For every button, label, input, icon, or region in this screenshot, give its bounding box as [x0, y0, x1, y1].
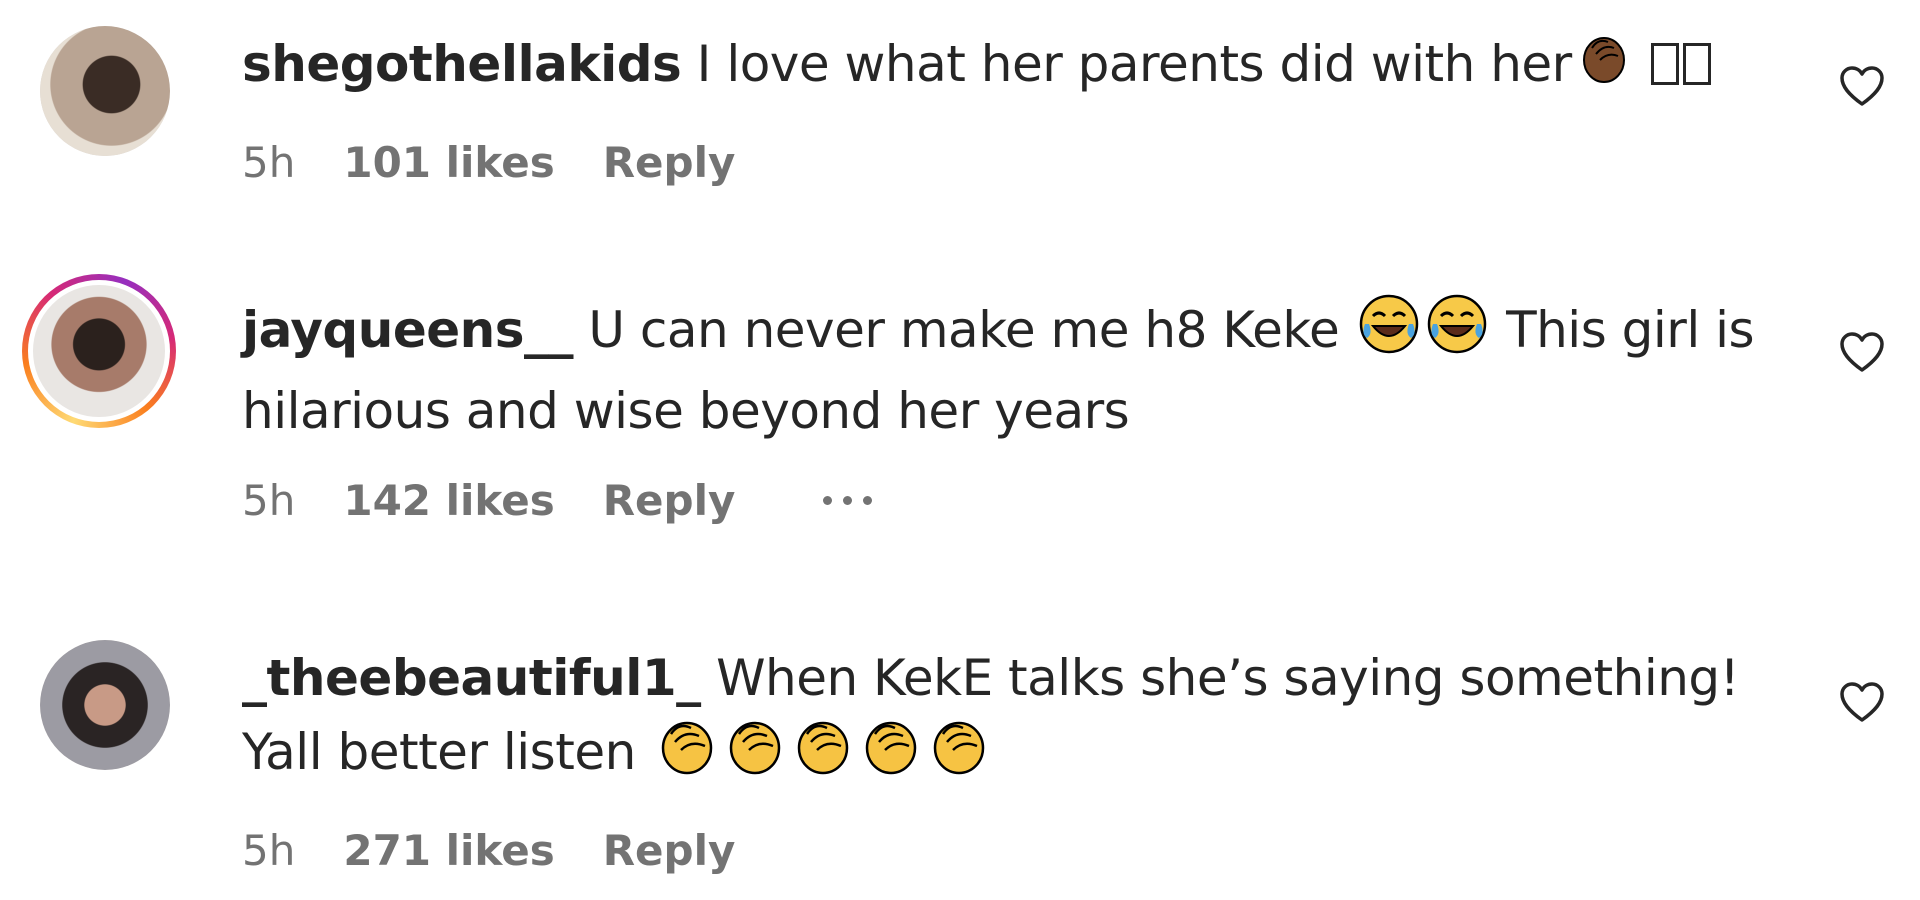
comment-time: 5h	[242, 138, 296, 187]
clapping-hands-icon	[857, 714, 921, 797]
clapping-hands-icon	[721, 714, 785, 797]
comment-username[interactable]: jayqueens__	[242, 301, 574, 359]
comment-username[interactable]: shegothellakids	[242, 35, 682, 93]
reply-button[interactable]: Reply	[603, 826, 736, 875]
like-heart-icon[interactable]	[1838, 64, 1886, 112]
comment-likes[interactable]: 101 likes	[343, 138, 554, 187]
avatar[interactable]	[40, 640, 170, 770]
reply-button[interactable]: Reply	[603, 476, 736, 525]
clapping-hands-icon	[789, 714, 853, 797]
comment-likes[interactable]: 142 likes	[343, 476, 554, 525]
comment-time: 5h	[242, 476, 296, 525]
comment-time: 5h	[242, 826, 296, 875]
face-with-tears-of-joy-icon	[1357, 292, 1421, 375]
clapping-hands-icon	[925, 714, 989, 797]
missing-glyph-icon	[1651, 43, 1680, 85]
comment-likes[interactable]: 271 likes	[343, 826, 554, 875]
more-options-icon[interactable]	[823, 496, 873, 505]
clapping-hands-icon	[653, 714, 717, 797]
like-heart-icon[interactable]	[1838, 680, 1886, 728]
avatar[interactable]	[40, 26, 170, 156]
like-heart-icon[interactable]	[1838, 330, 1886, 378]
comment-text: shegothellakids I love what her parents …	[242, 28, 1762, 105]
comment-meta: 5h 101 likes Reply	[242, 138, 735, 187]
avatar[interactable]	[22, 274, 176, 428]
comment-body: I love what her parents did with her	[681, 35, 1573, 93]
comment-text: jayqueens__ U can never make me h8 Keke …	[242, 292, 1762, 447]
comment-meta: 5h 142 likes Reply	[242, 476, 873, 525]
face-with-tears-of-joy-icon	[1425, 292, 1489, 375]
comment-body: U can never make me h8 Keke	[573, 301, 1355, 359]
missing-glyph-icon	[1683, 43, 1712, 85]
clapping-hands-dark-skin-icon	[1574, 30, 1630, 105]
reply-button[interactable]: Reply	[603, 138, 736, 187]
comment-username[interactable]: _theebeautiful1_	[242, 649, 701, 707]
comment-meta: 5h 271 likes Reply	[242, 826, 735, 875]
comment-text: _theebeautiful1_ When KekE talks she’s s…	[242, 642, 1762, 797]
